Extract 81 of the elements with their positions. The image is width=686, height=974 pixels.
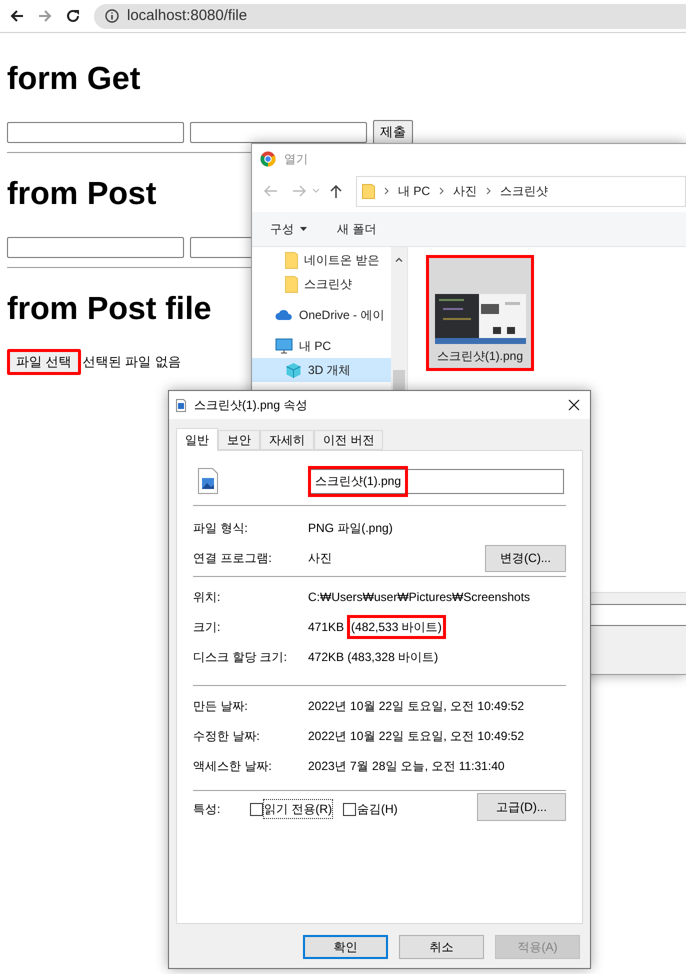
back-icon[interactable] [9,8,25,24]
advanced-button[interactable]: 고급(D)... [477,793,566,821]
field-value: 사진 [308,550,332,567]
cloud-icon [275,309,293,321]
file-select-button[interactable]: 파일 선택 [7,349,81,375]
chevron-right-icon [384,187,389,195]
field-label: 연결 프로그램: [193,550,273,567]
field-value: PNG 파일(.png) [308,520,393,537]
change-button[interactable]: 변경(C)... [485,544,566,572]
browser-logo-icon [260,150,276,166]
dialog-title: 스크린샷(1).png 속성 [194,397,308,414]
breadcrumb-item[interactable]: 사진 [453,182,478,200]
up-arrow-icon[interactable] [330,184,342,198]
toolbar-button[interactable]: 새 폴더 [337,220,376,238]
field-label: 파일 형식: [193,520,249,537]
field-label: 크기: [193,619,222,636]
breadcrumb-item[interactable]: 스크린샷 [500,182,548,200]
folder-icon [285,252,298,268]
nav-item[interactable]: 네이트온 받은 [252,248,391,272]
toolbar-button[interactable]: 구성 [270,220,307,238]
tab[interactable]: 이전 버전 [314,430,384,450]
nav-item-label: 스크린샷 [304,276,352,293]
checkbox[interactable] [250,802,263,816]
field-label: 특성: [193,801,222,818]
field-value: 2022년 10월 22일 토요일, 오전 10:49:52 [308,728,524,745]
chevron-right-icon [486,187,492,195]
nav-item[interactable]: 스크린샷 [252,272,391,296]
section-heading: form Get [7,60,140,96]
address-field[interactable]: 내 PC 사진 스크린샷 [356,176,686,206]
field-value: (482,533 바이트) [347,615,446,639]
tab[interactable]: 자세히 [260,430,314,450]
checkbox-label[interactable]: 읽기 전용(R) [264,800,332,818]
field-label: 디스크 할당 크기: [193,649,288,666]
close-icon[interactable] [568,399,580,411]
checkbox-label[interactable]: 숨김(H) [357,800,398,818]
field-label: 위치: [193,589,222,606]
section-heading: from Post [7,175,156,211]
field-value: 471KB [308,619,344,636]
text-field[interactable] [190,122,367,142]
submit-button[interactable]: 제출 [373,120,413,144]
file-status-text: 선택된 파일 없음 [82,353,181,372]
nav-item[interactable]: OneDrive - 에이 [252,303,391,327]
nav-item-label: 네이트온 받은 [304,252,380,269]
info-icon [105,9,119,23]
tab[interactable]: 보안 [218,430,260,450]
tab[interactable]: 일반 [176,428,218,451]
nav-item-label: 3D 개체 [308,362,351,379]
image-file-icon [198,468,218,494]
monitor-icon [275,338,293,354]
file-tile[interactable]: 스크린샷(1).png [426,255,534,371]
field-value: C:₩Users₩user₩Pictures₩Screenshots [308,589,530,606]
file-name-value: 스크린샷(1).png [308,466,408,496]
reload-icon[interactable] [65,8,81,24]
nav-item-label: 내 PC [299,338,332,355]
dialog-button[interactable]: 확인 [303,935,388,959]
dialog-title: 열기 [284,150,308,168]
field-value: 2022년 10월 22일 토요일, 오전 10:49:52 [308,698,524,715]
cube-icon [285,362,302,378]
nav-item-label: OneDrive - 에이 [299,307,384,324]
field-label: 수정한 날짜: [193,728,261,745]
image-file-icon [176,398,186,412]
text-field[interactable] [7,236,184,258]
field-value: 472KB (483,328 바이트) [308,649,438,666]
section-heading: from Post file [7,290,212,326]
field-value: 2023년 7월 28일 오늘, 오전 11:31:40 [308,758,505,775]
nav-item[interactable]: 3D 개체 [252,358,391,382]
field-label: 만든 날짜: [193,698,249,715]
url-text: localhost:8080/file [127,6,248,26]
nav-item[interactable]: 내 PC [252,334,391,358]
scroll-up-icon[interactable] [395,257,403,262]
breadcrumb-item[interactable]: 내 PC [398,182,430,200]
folder-icon [285,276,298,292]
caret-icon [300,227,307,231]
checkbox[interactable] [343,802,356,816]
file-name: 스크린샷(1).png [436,348,524,365]
text-field[interactable] [7,122,184,142]
dialog-button[interactable]: 취소 [399,935,484,959]
folder-icon [362,183,375,199]
chevron-right-icon [439,187,444,195]
address-bar[interactable]: localhost:8080/file [94,4,686,28]
field-label: 액세스한 날짜: [193,758,273,775]
